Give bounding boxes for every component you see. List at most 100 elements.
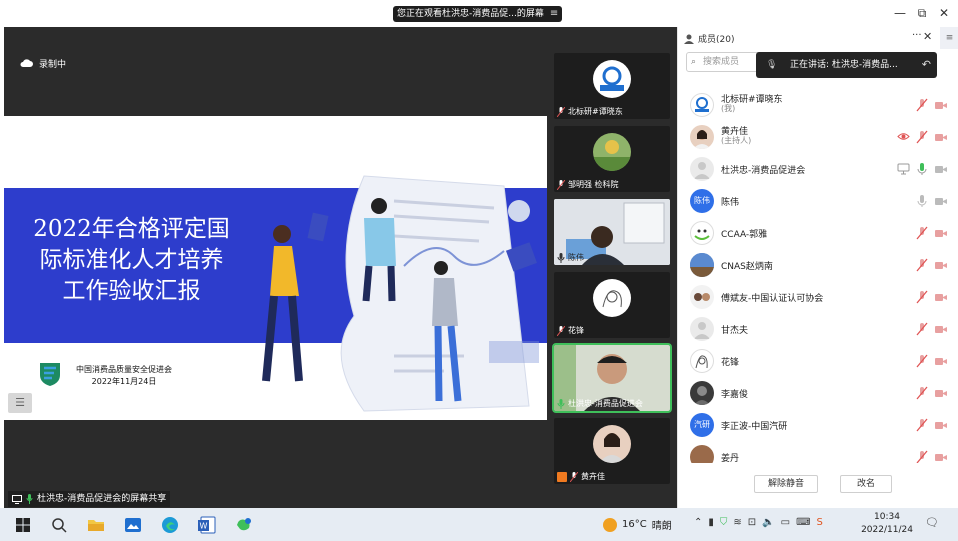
member-row[interactable]: 傅斌友-中国认证认可协会 <box>678 281 958 313</box>
word-icon[interactable]: W <box>195 513 219 537</box>
unmute-all-button[interactable]: 解除静音 <box>754 475 818 493</box>
mic-muted-icon[interactable] <box>916 130 928 144</box>
member-role: (我) <box>721 104 736 113</box>
mic-muted-icon[interactable] <box>916 354 928 368</box>
return-icon[interactable]: ↶ <box>922 52 931 78</box>
volume-icon[interactable]: 🔈 <box>762 517 774 528</box>
minimize-button[interactable]: — <box>892 6 908 20</box>
member-row[interactable]: 甘杰夫 <box>678 313 958 345</box>
taskbar-clock[interactable]: 10:34 2022/11/24 <box>855 511 919 537</box>
sidebar-toggle-button[interactable]: ☰ <box>8 393 32 413</box>
speaking-text: 正在讲话: 杜洪忠-消费品... <box>790 60 898 70</box>
video-tile[interactable]: 邹明强 检科院 <box>554 126 670 192</box>
shield-icon[interactable]: ⛉ <box>720 517 728 528</box>
mic-muted-icon[interactable] <box>916 322 928 336</box>
viewing-share-banner[interactable]: 您正在观看杜洪忠-消费品促...的屏幕 ≡ <box>393 6 563 22</box>
member-avatar: 汽研 <box>690 413 714 437</box>
camera-off-icon[interactable] <box>935 260 947 270</box>
menu-icon[interactable]: ≡ <box>550 6 558 22</box>
photos-icon[interactable] <box>121 513 145 537</box>
mic-icon[interactable] <box>916 194 928 208</box>
eye-icon[interactable] <box>897 130 910 143</box>
camera-off-icon[interactable] <box>935 324 947 334</box>
member-row[interactable]: CCAA-郭雅 <box>678 217 958 249</box>
member-panel: 成员(20) ··· ✕ ≡ ⌕ 搜索成员 🎙 正在讲话: 杜洪忠-消费品...… <box>677 27 958 508</box>
camera-off-icon[interactable] <box>935 292 947 302</box>
mic-muted-icon[interactable] <box>916 290 928 304</box>
mic-muted-icon[interactable] <box>916 450 928 463</box>
weather-widget[interactable]: 16°C 晴朗 <box>603 517 672 532</box>
member-avatar <box>690 93 714 117</box>
camera-off-icon[interactable] <box>935 452 947 462</box>
camera-off-icon[interactable] <box>935 228 947 238</box>
video-tile[interactable]: 黄卉佳 <box>554 418 670 484</box>
member-row[interactable]: 北标研#谭晓东 (我) <box>678 89 958 121</box>
camera-off-icon[interactable] <box>935 196 947 206</box>
video-tile[interactable]: 花锋 <box>554 272 670 338</box>
network-icon[interactable]: ⊡ <box>748 517 756 528</box>
member-row[interactable]: 花锋 <box>678 345 958 377</box>
panel-menu-button[interactable]: ≡ <box>940 27 958 49</box>
wifi-icon[interactable]: ≋ <box>733 517 741 528</box>
more-options-button[interactable]: ··· <box>912 30 922 41</box>
member-name: CNAS赵炳南 <box>721 262 773 272</box>
member-name: 李正波-中国汽研 <box>721 422 788 432</box>
member-row[interactable]: 黄卉佳 (主持人) <box>678 121 958 153</box>
mic-muted-icon <box>557 325 565 336</box>
video-tile-name: 杜洪忠-消费品促进会 <box>557 398 643 409</box>
member-row[interactable]: 汽研 李正波-中国汽研 <box>678 409 958 441</box>
battery-icon[interactable]: ▭ <box>781 517 790 528</box>
camera-off-icon[interactable] <box>935 356 947 366</box>
sogou-icon[interactable]: S <box>817 517 823 528</box>
notification-icon[interactable]: 🗨 <box>925 516 939 529</box>
camera-off-icon[interactable] <box>935 100 947 110</box>
member-row[interactable]: 杜洪忠-消费品促进会 <box>678 153 958 185</box>
mic-tray-icon[interactable]: ▮ <box>708 517 714 528</box>
mic-active-icon <box>557 398 565 409</box>
member-list[interactable]: 北标研#谭晓东 (我) 黄卉佳 (主持人) 杜洪忠-消费品促进会 陈伟 陈伟 C… <box>678 89 958 463</box>
file-explorer-icon[interactable] <box>84 513 108 537</box>
search-icon[interactable] <box>47 513 71 537</box>
camera-off-icon[interactable] <box>935 388 947 398</box>
edge-browser-icon[interactable] <box>158 513 182 537</box>
mic-muted-icon[interactable] <box>916 98 928 112</box>
screen-share-caption-text: 杜洪忠-消费品促进会的屏幕共享 <box>37 494 167 504</box>
recording-indicator[interactable]: 录制中 <box>20 57 66 70</box>
member-row[interactable]: 姜丹 <box>678 441 958 463</box>
meeting-app-icon[interactable] <box>232 513 256 537</box>
member-row[interactable]: 李嘉俊 <box>678 377 958 409</box>
slide-title-line: 际标准化人才培养 <box>39 247 224 273</box>
mic-muted-icon[interactable] <box>916 226 928 240</box>
member-row[interactable]: CNAS赵炳南 <box>678 249 958 281</box>
video-tile-active-speaker[interactable]: 杜洪忠-消费品促进会 <box>552 343 672 413</box>
windows-start-icon[interactable] <box>11 513 35 537</box>
chevron-up-icon[interactable]: ⌃ <box>694 517 702 528</box>
recording-label: 录制中 <box>39 60 67 70</box>
camera-off-icon[interactable] <box>935 164 947 174</box>
member-name: 花锋 <box>721 358 740 368</box>
video-tile[interactable]: 北标研#谭晓东 <box>554 53 670 119</box>
member-avatar <box>690 445 714 463</box>
slide-illustration <box>262 175 539 412</box>
weather-temp: 16°C <box>622 519 647 530</box>
camera-off-icon[interactable] <box>935 132 947 142</box>
close-window-button[interactable]: ✕ <box>936 6 952 20</box>
member-name: 甘杰夫 <box>721 326 749 336</box>
video-tile[interactable]: 陈伟 <box>554 199 670 265</box>
user-photo-avatar <box>593 133 631 171</box>
org-logo <box>40 363 60 386</box>
mic-muted-icon[interactable] <box>916 386 928 400</box>
screen-share-caption: 杜洪忠-消费品促进会的屏幕共享 <box>8 491 171 507</box>
camera-off-icon[interactable] <box>935 420 947 430</box>
sketch-avatar <box>593 279 631 317</box>
input-method-icon[interactable]: ⌨ <box>796 517 810 528</box>
close-panel-button[interactable]: ✕ <box>923 30 932 43</box>
screen-share-icon[interactable] <box>897 162 910 175</box>
mic-muted-icon[interactable] <box>916 418 928 432</box>
restore-button[interactable]: ⧉ <box>914 6 930 21</box>
mic-muted-icon[interactable] <box>916 258 928 272</box>
mic-active-icon[interactable] <box>916 162 928 176</box>
member-row[interactable]: 陈伟 陈伟 <box>678 185 958 217</box>
mic-muted-icon <box>557 179 565 190</box>
rename-button[interactable]: 改名 <box>840 475 892 493</box>
